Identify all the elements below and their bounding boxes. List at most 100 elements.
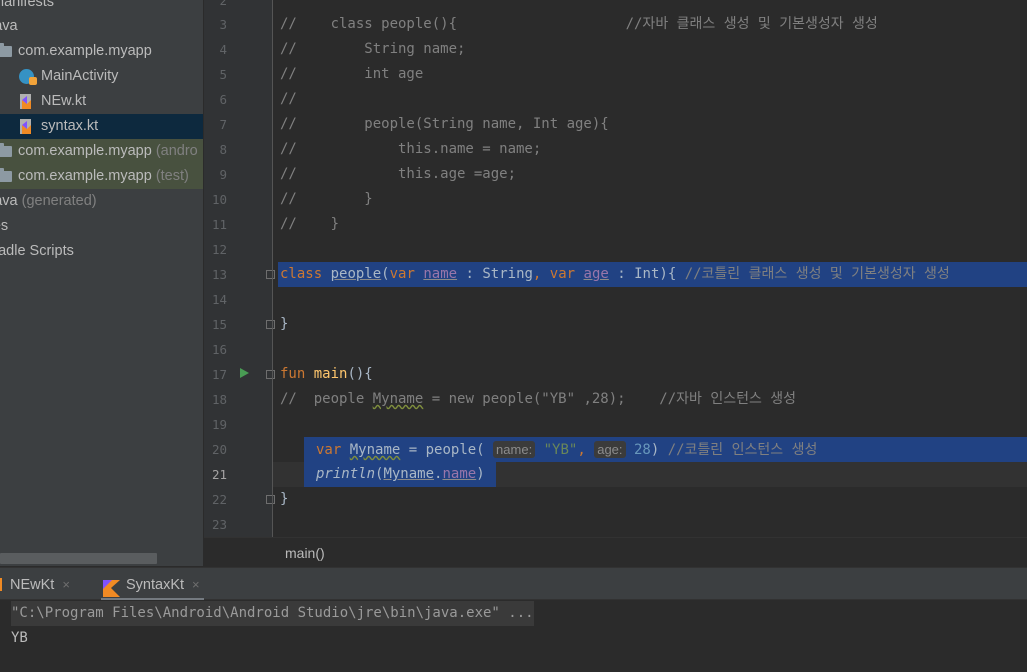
code-line: // }: [280, 216, 340, 232]
line-number: 14: [211, 292, 227, 307]
number: 28: [633, 442, 651, 458]
line-number: 3: [219, 17, 227, 32]
code-line: // class people(){ //자바 클래스 생성 및 기본생성자 생…: [280, 16, 878, 32]
line-number: 15: [211, 317, 227, 332]
property: age: [583, 266, 609, 282]
class-name: people: [330, 266, 382, 282]
kotlin-run-icon: [0, 578, 2, 591]
tree-item-suffix: (generated): [21, 193, 97, 209]
run-tab-syntaxkt[interactable]: SyntaxKt ×: [101, 568, 204, 601]
punct: ): [476, 466, 485, 482]
property: name: [442, 466, 477, 482]
keyword: var: [549, 266, 576, 282]
tree-item-label: syntax.kt: [41, 118, 99, 134]
run-gutter-icon[interactable]: [240, 368, 249, 378]
fold-marker-icon[interactable]: [266, 320, 275, 329]
run-console[interactable]: "C:\Program Files\Android\Android Studio…: [0, 600, 1027, 672]
tree-item-label: java: [0, 193, 18, 209]
line-number: 5: [219, 67, 227, 82]
run-tab-bar: NEwKt × SyntaxKt ×: [0, 567, 1027, 601]
run-tab-newkt[interactable]: NEwKt ×: [0, 568, 70, 600]
comment: //코틀린 인스턴스 생성: [659, 442, 818, 458]
line-number: 10: [211, 192, 227, 207]
code-editor[interactable]: 2 3 4 5 6 7 8 9 10 11 12 13 14 15 16 17 …: [204, 0, 1027, 537]
package-icon: [0, 43, 12, 57]
line-number: 18: [211, 392, 227, 407]
close-icon[interactable]: ×: [62, 577, 70, 592]
function-name: main: [313, 366, 348, 382]
code-line: // people(String name, Int age){: [280, 116, 609, 132]
code-line: // }: [280, 191, 373, 207]
code-line: // int age: [280, 66, 424, 82]
code-line: var Myname = people( name: "YB", age: 28…: [316, 437, 817, 462]
type: : Int){: [608, 266, 677, 282]
tree-item-label: com.example.myapp: [18, 143, 152, 159]
run-tab-label: NEwKt: [10, 577, 55, 593]
type: : String: [457, 266, 533, 282]
comment: //코틀린 클래스 생성 및 기본생성자 생성: [676, 266, 950, 282]
breadcrumb-item[interactable]: main(): [285, 545, 325, 561]
comment: Myname: [372, 391, 424, 407]
line-number: 13: [211, 267, 227, 282]
fold-marker-icon[interactable]: [266, 270, 275, 279]
tree-item-mainactivity[interactable]: MainActivity: [0, 64, 203, 89]
variable: Myname: [383, 466, 435, 482]
line-number: 16: [211, 342, 227, 357]
tree-item-label: MainActivity: [41, 68, 119, 84]
line-number: 12: [211, 242, 227, 257]
tree-item-suffix: (andro: [155, 143, 198, 159]
keyword: var: [316, 442, 342, 458]
kotlin-file-icon: [20, 119, 35, 134]
horizontal-scrollbar[interactable]: [0, 553, 157, 564]
tree-item-syntax-kt[interactable]: syntax.kt: [0, 114, 203, 139]
line-number: 7: [219, 117, 227, 132]
tree-item-manifests[interactable]: manifests: [0, 0, 203, 15]
tree-item-package-test[interactable]: com.example.myapp (test): [0, 164, 203, 189]
code-line: class people(var name : String, var age …: [280, 262, 950, 287]
fold-marker-icon[interactable]: [266, 495, 275, 504]
close-icon[interactable]: ×: [192, 577, 200, 592]
line-number: 22: [211, 492, 227, 507]
line-number: 20: [211, 442, 227, 457]
project-tool-window: manifests java com.example.myapp MainAct…: [0, 0, 203, 566]
tree-item-label: com.example.myapp: [18, 168, 152, 184]
line-number: 4: [219, 42, 227, 57]
package-icon: [0, 143, 12, 157]
tree-item-suffix: (test): [155, 168, 189, 184]
comment: = new people("YB" ,28); //자바 인스턴스 생성: [423, 391, 797, 407]
line-number: 6: [219, 92, 227, 107]
punct: (){: [347, 366, 373, 382]
tree-item-new-kt[interactable]: NEw.kt: [0, 89, 203, 114]
line-number: 9: [219, 167, 227, 182]
property: name: [423, 266, 458, 282]
punct: ,: [532, 266, 542, 282]
tree-item-label: com.example.myapp: [18, 43, 152, 59]
tree-item-java[interactable]: java: [0, 14, 203, 39]
line-number: 23: [211, 517, 227, 532]
line-number: 8: [219, 142, 227, 157]
fold-marker-icon[interactable]: [266, 370, 275, 379]
code-line: }: [280, 316, 289, 332]
code-line: println(Myname.name): [316, 462, 485, 487]
tree-item-res[interactable]: res: [0, 214, 203, 239]
tree-item-gradle-scripts[interactable]: Gradle Scripts: [0, 239, 203, 264]
comment: // people: [280, 391, 373, 407]
editor-gutter[interactable]: 2 3 4 5 6 7 8 9 10 11 12 13 14 15 16 17 …: [204, 0, 275, 537]
tree-item-package-main[interactable]: com.example.myapp: [0, 39, 203, 64]
breadcrumb: main(): [204, 537, 1027, 568]
tree-item-java-generated[interactable]: java (generated): [0, 189, 203, 214]
line-number: 17: [211, 367, 227, 382]
tree-item-label: res: [0, 218, 9, 234]
keyword: fun: [280, 366, 306, 382]
variable: Myname: [349, 442, 401, 458]
punct: = people(: [400, 442, 485, 458]
console-command-line[interactable]: "C:\Program Files\Android\Android Studio…: [11, 601, 534, 626]
kotlin-file-icon: [20, 94, 35, 109]
parameter-hint: name:: [493, 441, 536, 458]
tree-item-package-androidtest[interactable]: com.example.myapp (andro: [0, 139, 203, 164]
console-output-line: YB: [11, 630, 28, 646]
punct: (: [381, 266, 390, 282]
parameter-hint: age:: [594, 441, 626, 458]
code-line: // people Myname = new people("YB" ,28);…: [280, 387, 796, 412]
function-call: println: [316, 466, 376, 482]
